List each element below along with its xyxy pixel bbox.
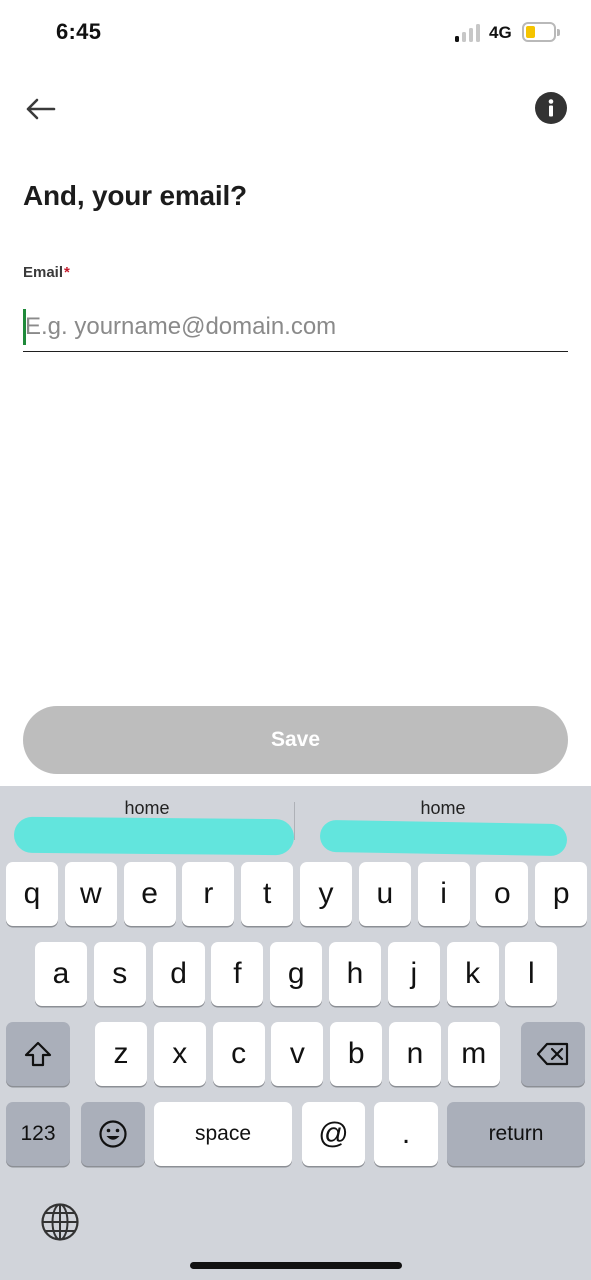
key-t[interactable]: t bbox=[241, 862, 294, 926]
key-j[interactable]: j bbox=[387, 942, 440, 1006]
key-b[interactable]: b bbox=[330, 1022, 383, 1086]
email-input[interactable] bbox=[23, 306, 568, 352]
period-key[interactable]: . bbox=[374, 1102, 438, 1166]
key-m[interactable]: m bbox=[447, 1022, 500, 1086]
back-button[interactable] bbox=[22, 92, 58, 126]
email-label: Email* bbox=[23, 264, 70, 281]
key-p[interactable]: p bbox=[535, 862, 588, 926]
battery-level bbox=[526, 26, 535, 38]
key-a[interactable]: a bbox=[35, 942, 87, 1006]
key-w[interactable]: w bbox=[64, 862, 117, 926]
info-icon bbox=[548, 99, 554, 117]
redaction-mark bbox=[13, 816, 295, 856]
return-key[interactable]: return bbox=[447, 1102, 585, 1166]
suggestion-2[interactable]: home bbox=[298, 798, 588, 819]
key-s[interactable]: s bbox=[93, 942, 146, 1006]
key-o[interactable]: o bbox=[476, 862, 529, 926]
key-n[interactable]: n bbox=[389, 1022, 441, 1086]
arrow-left-icon bbox=[26, 98, 56, 120]
key-u[interactable]: u bbox=[358, 862, 411, 926]
key-k[interactable]: k bbox=[446, 942, 499, 1006]
status-time: 6:45 bbox=[56, 19, 102, 44]
home-indicator[interactable] bbox=[190, 1262, 402, 1269]
space-key[interactable]: space bbox=[154, 1102, 292, 1166]
cellular-signal-icon bbox=[455, 24, 483, 42]
key-i[interactable]: i bbox=[417, 862, 470, 926]
page-title: And, your email? bbox=[23, 180, 247, 211]
suggestion-1[interactable]: home bbox=[2, 798, 292, 819]
key-d[interactable]: d bbox=[152, 942, 205, 1006]
backspace-icon bbox=[536, 1042, 569, 1066]
text-caret bbox=[23, 309, 26, 345]
suggestion-divider bbox=[294, 802, 295, 840]
key-y[interactable]: y bbox=[300, 862, 352, 926]
status-bar: 6:45 4G bbox=[0, 0, 591, 66]
key-g[interactable]: g bbox=[270, 942, 323, 1006]
key-v[interactable]: v bbox=[271, 1022, 324, 1086]
key-e[interactable]: e bbox=[123, 862, 176, 926]
required-mark: * bbox=[64, 264, 70, 281]
globe-key[interactable] bbox=[40, 1202, 80, 1242]
shift-icon bbox=[24, 1041, 52, 1067]
battery-icon bbox=[522, 22, 560, 42]
shift-key[interactable] bbox=[6, 1022, 70, 1086]
info-button[interactable] bbox=[535, 92, 567, 124]
key-z[interactable]: z bbox=[95, 1022, 147, 1086]
key-r[interactable]: r bbox=[182, 862, 235, 926]
onscreen-keyboard: home home qwertyuiop asdfghjkl zxcvbnm 1… bbox=[0, 786, 591, 1280]
numbers-key[interactable]: 123 bbox=[6, 1102, 70, 1166]
at-key[interactable]: @ bbox=[302, 1102, 365, 1166]
key-q[interactable]: q bbox=[6, 862, 58, 926]
key-x[interactable]: x bbox=[153, 1022, 206, 1086]
key-l[interactable]: l bbox=[505, 942, 558, 1006]
redaction-mark bbox=[319, 819, 568, 857]
emoji-icon bbox=[99, 1120, 127, 1148]
key-h[interactable]: h bbox=[329, 942, 381, 1006]
network-type: 4G bbox=[489, 23, 512, 42]
email-label-text: Email bbox=[23, 264, 64, 281]
emoji-key[interactable] bbox=[81, 1102, 145, 1166]
save-button[interactable]: Save bbox=[23, 706, 568, 774]
delete-key[interactable] bbox=[521, 1022, 585, 1086]
key-f[interactable]: f bbox=[211, 942, 264, 1006]
key-c[interactable]: c bbox=[212, 1022, 265, 1086]
globe-icon bbox=[41, 1203, 79, 1241]
